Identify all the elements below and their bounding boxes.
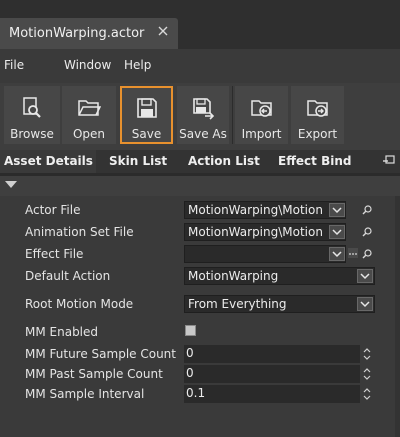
tab-action-list[interactable]: Action List — [188, 154, 260, 168]
dock-icon[interactable] — [383, 155, 395, 167]
root-motion-mode-combo[interactable]: From Everything — [184, 295, 375, 313]
search-icon[interactable] — [362, 249, 372, 259]
floppy-disk-icon — [136, 98, 157, 118]
actor-file-label: Actor File — [25, 203, 81, 217]
actor-file-combo[interactable]: MotionWarping\Motion — [184, 201, 346, 219]
document-tab[interactable]: MotionWarping.actor — [0, 18, 178, 49]
mm-past-sample-count-input[interactable]: 0 — [184, 365, 360, 383]
tab-asset-details-label: Asset Details — [4, 154, 93, 168]
folder-open-icon — [78, 100, 101, 116]
mm-sample-interval-input[interactable]: 0.1 — [184, 385, 360, 403]
tab-title: MotionWarping.actor — [9, 26, 145, 41]
save-as-label: Save As — [179, 127, 227, 141]
chevron-down-icon[interactable] — [329, 203, 345, 217]
save-as-icon — [193, 98, 215, 120]
export-button[interactable]: Export — [291, 86, 344, 144]
import-label: Import — [241, 127, 282, 141]
collapse-arrow-icon[interactable] — [5, 181, 17, 188]
search-icon[interactable] — [362, 227, 372, 237]
effect-file-combo[interactable] — [184, 245, 346, 263]
mm-sample-interval-label: MM Sample Interval — [25, 387, 145, 401]
mm-enabled-label: MM Enabled — [25, 325, 99, 339]
open-label: Open — [72, 127, 106, 141]
root-motion-mode-label: Root Motion Mode — [25, 297, 134, 311]
spinner-icon[interactable] — [363, 366, 371, 382]
mm-future-sample-count-input[interactable]: 0 — [184, 345, 360, 363]
default-action-label: Default Action — [25, 269, 111, 283]
open-button[interactable]: Open — [62, 86, 116, 144]
save-as-button[interactable]: Save As — [177, 86, 229, 144]
chevron-down-icon[interactable] — [329, 247, 345, 261]
mm-future-sample-count-value: 0 — [186, 346, 194, 360]
animation-set-file-value: MotionWarping\Motion — [188, 225, 323, 239]
actor-file-value: MotionWarping\Motion — [188, 203, 323, 217]
effect-file-label: Effect File — [25, 247, 84, 261]
default-action-combo[interactable]: MotionWarping — [184, 267, 375, 285]
save-button[interactable]: Save — [120, 86, 173, 144]
tab-effect-bind[interactable]: Effect Bind — [278, 154, 351, 168]
tab-asset-details[interactable]: Asset Details — [0, 150, 96, 173]
mm-enabled-checkbox[interactable] — [185, 325, 196, 336]
chevron-down-icon[interactable] — [329, 225, 345, 239]
toolbar: Browse Open Save Save As Import Export — [0, 83, 400, 150]
export-icon — [306, 100, 328, 117]
menu-file[interactable]: File — [4, 58, 24, 72]
export-label: Export — [297, 127, 338, 141]
import-icon — [250, 100, 272, 117]
save-label: Save — [131, 127, 162, 141]
menu-bar: File Window Help — [0, 49, 400, 83]
animation-set-file-label: Animation Set File — [25, 225, 134, 239]
browse-label: Browse — [10, 127, 54, 141]
browse-button[interactable]: Browse — [4, 86, 60, 144]
tab-skin-list[interactable]: Skin List — [109, 154, 167, 168]
spinner-icon[interactable] — [363, 386, 371, 402]
browse-icon — [23, 97, 41, 118]
more-options-icon[interactable] — [348, 248, 358, 258]
panel-tab-bar: Asset Details Skin List Action List Effe… — [0, 150, 400, 173]
mm-future-sample-count-label: MM Future Sample Count — [25, 347, 176, 361]
chevron-down-icon[interactable] — [357, 297, 373, 311]
document-tab-bar: MotionWarping.actor — [0, 0, 400, 49]
menu-help[interactable]: Help — [124, 58, 151, 72]
scrollbar[interactable] — [395, 196, 400, 437]
import-button[interactable]: Import — [235, 86, 288, 144]
default-action-value: MotionWarping — [188, 269, 279, 283]
mm-past-sample-count-value: 0 — [186, 366, 194, 380]
menu-window[interactable]: Window — [64, 58, 111, 72]
close-icon[interactable] — [156, 24, 170, 38]
chevron-down-icon[interactable] — [357, 269, 373, 283]
root-motion-mode-value: From Everything — [188, 297, 287, 311]
animation-set-file-combo[interactable]: MotionWarping\Motion — [184, 223, 346, 241]
search-icon[interactable] — [362, 205, 372, 215]
mm-past-sample-count-label: MM Past Sample Count — [25, 367, 163, 381]
spinner-icon[interactable] — [363, 346, 371, 362]
toolbar-separator — [232, 86, 233, 144]
section-collapse-header[interactable] — [0, 176, 400, 196]
mm-sample-interval-value: 0.1 — [186, 386, 206, 400]
